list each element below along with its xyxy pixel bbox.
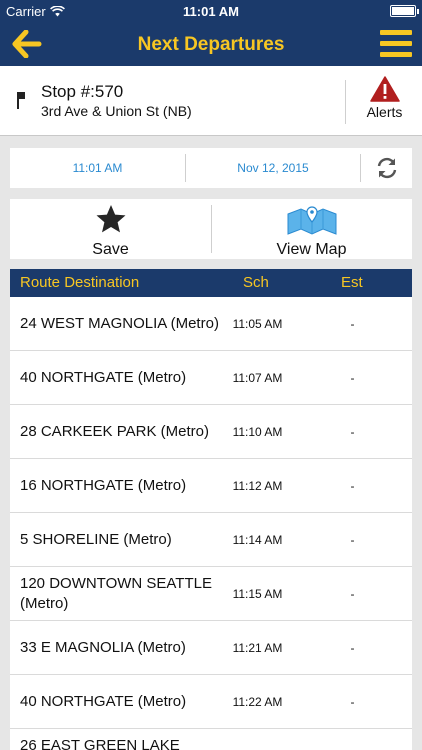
row-estimated: - — [350, 587, 355, 601]
refresh-icon — [377, 157, 396, 179]
row-scheduled: 11:05 AM — [232, 317, 283, 331]
stop-number: Stop #:570 — [41, 82, 124, 101]
table-row[interactable]: 26 EAST GREEN LAKE (Metro) 11:25 AM - — [10, 729, 412, 750]
menu-icon — [380, 30, 412, 57]
alerts-label: Alerts — [366, 104, 403, 120]
row-destination: 28 CARKEEK PARK (Metro) — [20, 423, 209, 440]
alert-icon — [369, 76, 400, 102]
table-header: Route Destination Sch Est — [10, 269, 412, 297]
row-scheduled: 11:22 AM — [232, 695, 283, 709]
row-scheduled: 11:10 AM — [232, 425, 283, 439]
table-row[interactable]: 5 SHORELINE (Metro) 11:14 AM - — [10, 513, 412, 567]
row-scheduled: 11:15 AM — [232, 587, 283, 601]
map-icon — [287, 206, 336, 235]
row-destination: 5 SHORELINE (Metro) — [20, 531, 172, 548]
table-row[interactable]: 33 E MAGNOLIA (Metro) 11:21 AM - — [10, 621, 412, 675]
row-destination: 40 NORTHGATE (Metro) — [20, 369, 187, 386]
refresh-button[interactable] — [361, 148, 412, 188]
row-destination: 40 NORTHGATE (Metro) — [20, 693, 187, 710]
row-estimated: - — [350, 479, 355, 493]
column-header-destination: Route Destination — [20, 274, 140, 291]
datetime-bar: 11:01 AM Nov 12, 2015 — [10, 148, 412, 188]
save-label: Save — [92, 241, 129, 258]
stop-name: 3rd Ave & Union St (NB) — [41, 103, 192, 119]
row-scheduled: 11:14 AM — [232, 533, 283, 547]
table-row[interactable]: 16 NORTHGATE (Metro) 11:12 AM - — [10, 459, 412, 513]
row-destination: 26 EAST GREEN LAKE (Metro) — [20, 737, 180, 750]
alerts-button[interactable]: Alerts — [347, 76, 422, 120]
table-row[interactable]: 28 CARKEEK PARK (Metro) 11:10 AM - — [10, 405, 412, 459]
table-row[interactable]: 24 WEST MAGNOLIA (Metro) 11:05 AM - — [10, 297, 412, 351]
row-destination: 120 DOWNTOWN SEATTLE (Metro) — [20, 575, 212, 612]
stop-info: Stop #:570 3rd Ave & Union St (NB) Alert… — [0, 66, 422, 136]
battery-icon — [390, 5, 419, 17]
status-bar: Carrier 11:01 AM — [0, 0, 422, 22]
row-scheduled: 11:21 AM — [232, 641, 283, 655]
row-estimated: - — [350, 695, 355, 709]
divider — [345, 80, 346, 124]
row-estimated: - — [350, 371, 355, 385]
view-map-label: View Map — [276, 241, 347, 258]
star-icon — [96, 205, 125, 233]
row-scheduled: 11:12 AM — [232, 479, 283, 493]
column-header-scheduled: Sch — [243, 274, 269, 291]
flag-icon — [17, 92, 25, 109]
row-estimated: - — [310, 729, 395, 750]
row-estimated: - — [350, 425, 355, 439]
departures-table: 24 WEST MAGNOLIA (Metro) 11:05 AM - 40 N… — [10, 297, 412, 750]
action-bar: Save View Map — [10, 199, 412, 259]
date-selector[interactable]: Nov 12, 2015 — [186, 148, 360, 188]
row-estimated: - — [350, 317, 355, 331]
table-row[interactable]: 40 NORTHGATE (Metro) 11:22 AM - — [10, 675, 412, 729]
page-title: Next Departures — [137, 34, 285, 55]
time-selector[interactable]: 11:01 AM — [10, 148, 185, 188]
row-scheduled: 11:25 AM — [210, 729, 305, 750]
column-header-estimated: Est — [341, 274, 363, 291]
table-row[interactable]: 40 NORTHGATE (Metro) 11:07 AM - — [10, 351, 412, 405]
status-time: 11:01 AM — [183, 4, 239, 19]
save-button[interactable]: Save — [10, 199, 211, 259]
row-scheduled: 11:07 AM — [232, 371, 283, 385]
nav-bar: Next Departures — [0, 22, 422, 66]
table-row[interactable]: 120 DOWNTOWN SEATTLE (Metro) 11:15 AM - — [10, 567, 412, 621]
row-destination: 16 NORTHGATE (Metro) — [20, 477, 187, 494]
row-destination: 24 WEST MAGNOLIA (Metro) — [20, 315, 219, 332]
menu-button[interactable] — [380, 30, 412, 58]
row-estimated: - — [350, 533, 355, 547]
row-destination: 33 E MAGNOLIA (Metro) — [20, 639, 186, 656]
row-estimated: - — [350, 641, 355, 655]
view-map-button[interactable]: View Map — [211, 199, 412, 259]
